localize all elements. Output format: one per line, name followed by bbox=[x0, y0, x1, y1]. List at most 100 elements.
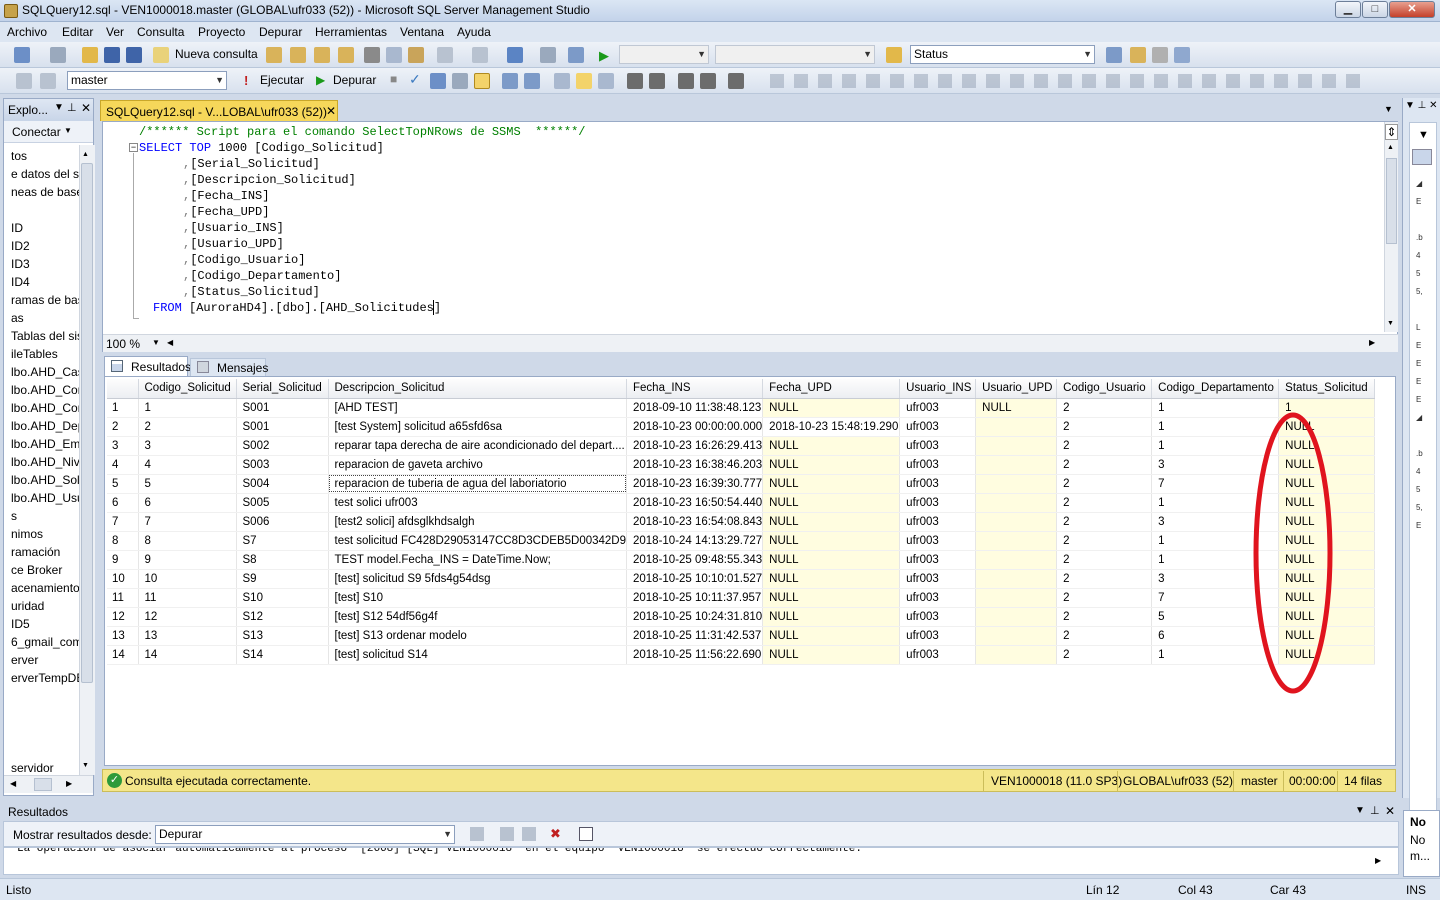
grid-cell[interactable]: 2018-10-23 16:38:46.203 bbox=[626, 455, 764, 475]
object-explorer-node[interactable]: ramas de bas bbox=[11, 293, 81, 307]
undo-icon[interactable] bbox=[437, 47, 453, 63]
grid-cell[interactable] bbox=[975, 531, 1058, 551]
table-row[interactable]: 3 3 S002 reparar tapa derecha de aire acond… bbox=[107, 436, 1376, 456]
object-explorer-node[interactable]: nimos bbox=[11, 527, 81, 541]
results-grid-toggle-icon[interactable] bbox=[576, 73, 592, 89]
grid-cell[interactable]: ufr003 bbox=[899, 398, 977, 418]
output-source-select[interactable]: Depurar ▼ bbox=[155, 825, 455, 844]
paste-icon[interactable] bbox=[408, 47, 424, 63]
grid-cell[interactable]: [test] S12 54df56g4f bbox=[328, 607, 627, 627]
output-pin-icon[interactable]: ⊥ bbox=[1370, 804, 1380, 817]
grid-cell[interactable]: 2 bbox=[1056, 626, 1153, 646]
object-explorer-node[interactable]: ID2 bbox=[11, 239, 81, 253]
row-number[interactable]: 11 bbox=[107, 588, 139, 608]
grid-cell[interactable] bbox=[975, 569, 1058, 589]
comment-icon[interactable] bbox=[627, 73, 643, 89]
row-number[interactable]: 4 bbox=[107, 455, 139, 475]
grid-cell[interactable]: ufr003 bbox=[899, 626, 977, 646]
row-number[interactable]: 5 bbox=[107, 474, 139, 494]
uncomment-icon[interactable] bbox=[649, 73, 665, 89]
object-explorer-icon[interactable] bbox=[1130, 47, 1146, 63]
object-explorer-node[interactable]: servidor bbox=[11, 761, 81, 775]
properties-dropdown[interactable]: ▼ bbox=[1418, 129, 1429, 141]
properties-icon[interactable] bbox=[1152, 47, 1168, 63]
results-to-text-icon[interactable] bbox=[554, 73, 570, 89]
row-number[interactable]: 2 bbox=[107, 417, 139, 437]
grid-cell[interactable]: 2018-10-25 11:31:42.537 bbox=[626, 626, 764, 646]
menu-herramientas[interactable]: Herramientas bbox=[315, 25, 387, 39]
activity-monitor-icon[interactable] bbox=[568, 47, 584, 63]
grid-cell[interactable] bbox=[975, 512, 1058, 532]
table-row[interactable]: 14 14 S14 [test] solicitud S14 2018-10-25 11… bbox=[107, 645, 1376, 665]
grid-cell[interactable]: 13 bbox=[138, 626, 237, 646]
navigate-back-icon[interactable] bbox=[507, 47, 523, 63]
grid-cell[interactable] bbox=[975, 645, 1058, 665]
grid-cell[interactable]: ufr003 bbox=[899, 550, 977, 570]
h-scroll-right-icon[interactable]: ▶ bbox=[1369, 338, 1375, 347]
connect-icon[interactable] bbox=[16, 73, 32, 89]
clear-all-icon[interactable]: ✖ bbox=[550, 826, 561, 842]
specify-values-icon[interactable] bbox=[728, 73, 744, 89]
object-explorer-node[interactable]: uridad bbox=[11, 599, 81, 613]
tab-overflow-icon[interactable]: ▼ bbox=[1384, 104, 1393, 114]
grid-cell[interactable]: NULL bbox=[762, 607, 901, 627]
column-header[interactable]: Usuario_INS bbox=[899, 379, 977, 399]
grid-cell[interactable]: S14 bbox=[236, 645, 329, 665]
grid-cell[interactable]: 8 bbox=[138, 531, 237, 551]
solution-config-select[interactable]: ▼ bbox=[619, 45, 709, 64]
table-row[interactable]: 9 9 S8 TEST model.Fecha_INS = DateTime.Now;… bbox=[107, 550, 1376, 570]
table-row[interactable]: 7 7 S006 [test2 solici] afdsglkhdsalgh 2018-… bbox=[107, 512, 1376, 532]
grid-cell[interactable]: NULL bbox=[762, 455, 901, 475]
column-header[interactable]: Fecha_UPD bbox=[762, 379, 901, 399]
row-number[interactable]: 8 bbox=[107, 531, 139, 551]
table-row[interactable]: 2 2 S001 [test System] solicitud a65sfd6sa 2… bbox=[107, 417, 1376, 437]
grid-cell[interactable]: reparacion de tuberia de agua del labori… bbox=[328, 474, 627, 494]
grid-cell[interactable] bbox=[975, 607, 1058, 627]
grid-cell[interactable]: NULL bbox=[762, 493, 901, 513]
table-row[interactable]: 5 5 S004 reparacion de tuberia de agua del … bbox=[107, 474, 1376, 494]
panel-menu-icon[interactable]: ▼ bbox=[54, 102, 64, 113]
grid-cell[interactable]: test solicitud FC428D29053147CC8D3CDEB5D… bbox=[328, 531, 627, 551]
results-grid-container[interactable]: Codigo_Solicitud Serial_Solicitud Descripc… bbox=[104, 376, 1396, 766]
h-scroll-left-icon[interactable]: ◀ bbox=[167, 338, 173, 347]
output-menu-icon[interactable]: ▼ bbox=[1355, 805, 1365, 816]
grid-cell[interactable]: 2018-10-24 14:13:29.727 bbox=[626, 531, 764, 551]
menu-editar[interactable]: Editar bbox=[62, 25, 93, 39]
cancel-query-icon[interactable]: ■ bbox=[390, 72, 397, 86]
start-debug-icon[interactable]: ▶ bbox=[599, 48, 609, 64]
chevron-down-icon[interactable]: ▼ bbox=[64, 126, 72, 135]
h-scroll-thumb[interactable] bbox=[34, 778, 52, 791]
row-number[interactable]: 3 bbox=[107, 436, 139, 456]
grid-cell[interactable]: 10 bbox=[138, 569, 237, 589]
output-scroll-right-icon[interactable]: ▶ bbox=[1375, 856, 1381, 865]
grid-cell[interactable] bbox=[975, 626, 1058, 646]
grid-cell[interactable]: NULL bbox=[762, 588, 901, 608]
grid-cell[interactable]: S004 bbox=[236, 474, 329, 494]
row-number[interactable]: 6 bbox=[107, 493, 139, 513]
grid-cell[interactable]: S001 bbox=[236, 398, 329, 418]
grid-cell[interactable]: NULL bbox=[975, 398, 1058, 418]
debug-icon[interactable]: ▶ bbox=[316, 73, 325, 87]
grid-cell[interactable]: ufr003 bbox=[899, 607, 977, 627]
menu-ventana[interactable]: Ventana bbox=[400, 25, 444, 39]
parse-icon[interactable]: ✓ bbox=[409, 71, 421, 88]
column-header[interactable]: Codigo_Departamento bbox=[1151, 379, 1280, 399]
grid-cell[interactable]: [AHD TEST] bbox=[328, 398, 627, 418]
editor-scroll-up-icon[interactable]: ▲ bbox=[1387, 144, 1394, 151]
column-header[interactable]: Descripcion_Solicitud bbox=[328, 379, 627, 399]
grid-cell[interactable]: ufr003 bbox=[899, 569, 977, 589]
grid-cell[interactable]: 2 bbox=[1056, 588, 1153, 608]
grid-cell[interactable] bbox=[975, 455, 1058, 475]
column-header[interactable]: Status_Solicitud bbox=[1278, 379, 1376, 399]
menu-consulta[interactable]: Consulta bbox=[137, 25, 184, 39]
menu-proyecto[interactable]: Proyecto bbox=[198, 25, 245, 39]
editor-scroll-down-icon[interactable]: ▼ bbox=[1387, 320, 1394, 327]
explorer-vertical-scrollbar[interactable]: ▲ ▼ bbox=[79, 145, 95, 775]
grid-cell[interactable]: 2018-10-23 15:48:19.290 bbox=[762, 417, 901, 437]
table-row[interactable]: 1 1 S001 [AHD TEST] 2018-09-10 11:38:48.123 N… bbox=[107, 398, 1376, 418]
grid-cell[interactable]: [test] solicitud S9 5fds4g54dsg bbox=[328, 569, 627, 589]
query-designer-icon[interactable] bbox=[452, 73, 468, 89]
table-row[interactable]: 12 12 S12 [test] S12 54df56g4f 2018-10-25 10… bbox=[107, 607, 1376, 627]
object-explorer-node[interactable]: as bbox=[11, 311, 81, 325]
grid-cell[interactable]: TEST model.Fecha_INS = DateTime.Now; bbox=[328, 550, 627, 570]
